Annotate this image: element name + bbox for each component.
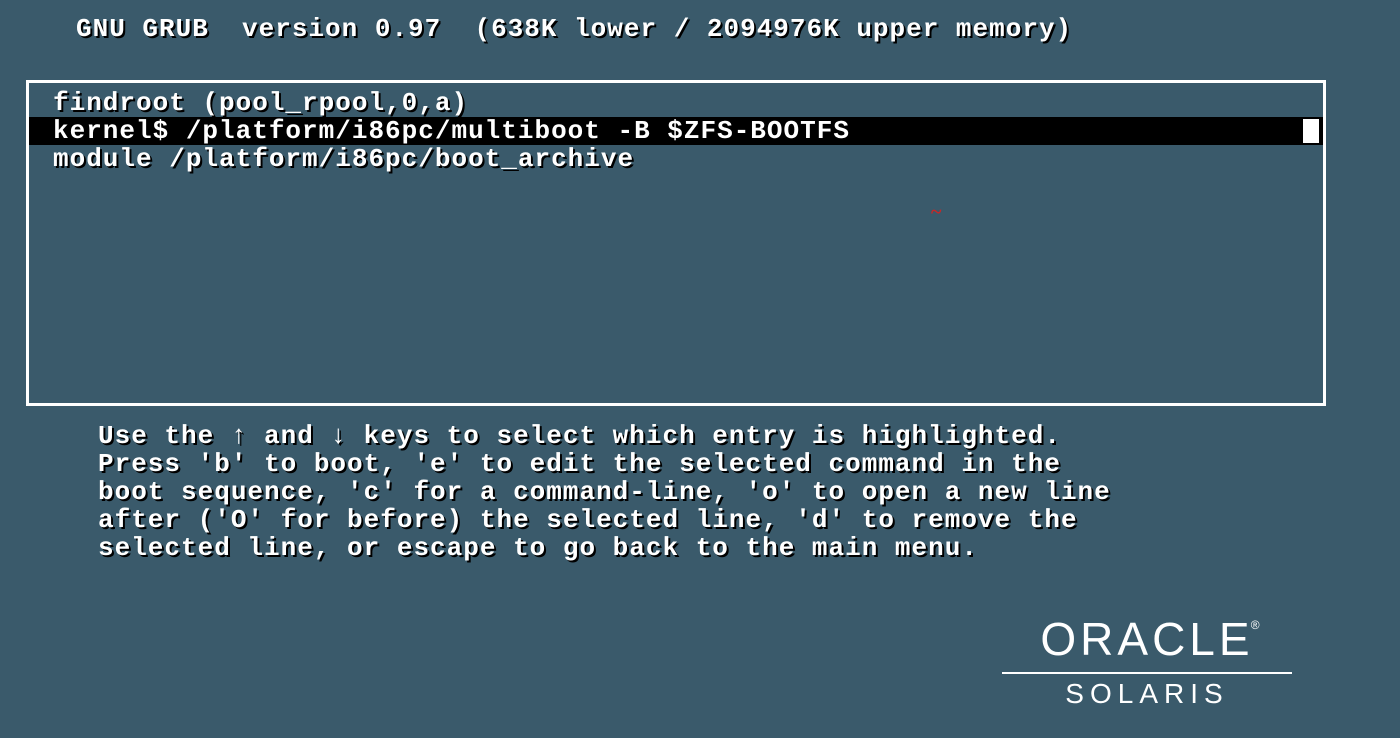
grub-menu-line[interactable]: findroot (pool_rpool,0,a)	[29, 89, 1323, 117]
oracle-wordmark: ORACLE ®	[1040, 612, 1253, 666]
grub-menu-box[interactable]: findroot (pool_rpool,0,a) kernel$ /platf…	[26, 80, 1326, 406]
oracle-solaris-logo: ORACLE ® SOLARIS	[1002, 612, 1292, 710]
grub-screen: GNU GRUB version 0.97 (638K lower / 2094…	[0, 0, 1400, 738]
brand-divider	[1002, 672, 1292, 674]
grub-help-text: Use the ↑ and ↓ keys to select which ent…	[98, 422, 1111, 562]
solaris-text: SOLARIS	[1002, 678, 1292, 710]
grub-header: GNU GRUB version 0.97 (638K lower / 2094…	[76, 14, 1072, 44]
handwritten-annotation-icon: ~	[931, 201, 941, 224]
registered-icon: ®	[1251, 618, 1264, 632]
oracle-text: ORACLE	[1040, 613, 1253, 665]
grub-menu-line[interactable]: module /platform/i86pc/boot_archive	[29, 145, 1323, 173]
grub-menu-line-selected[interactable]: kernel$ /platform/i86pc/multiboot -B $ZF…	[29, 117, 1323, 145]
